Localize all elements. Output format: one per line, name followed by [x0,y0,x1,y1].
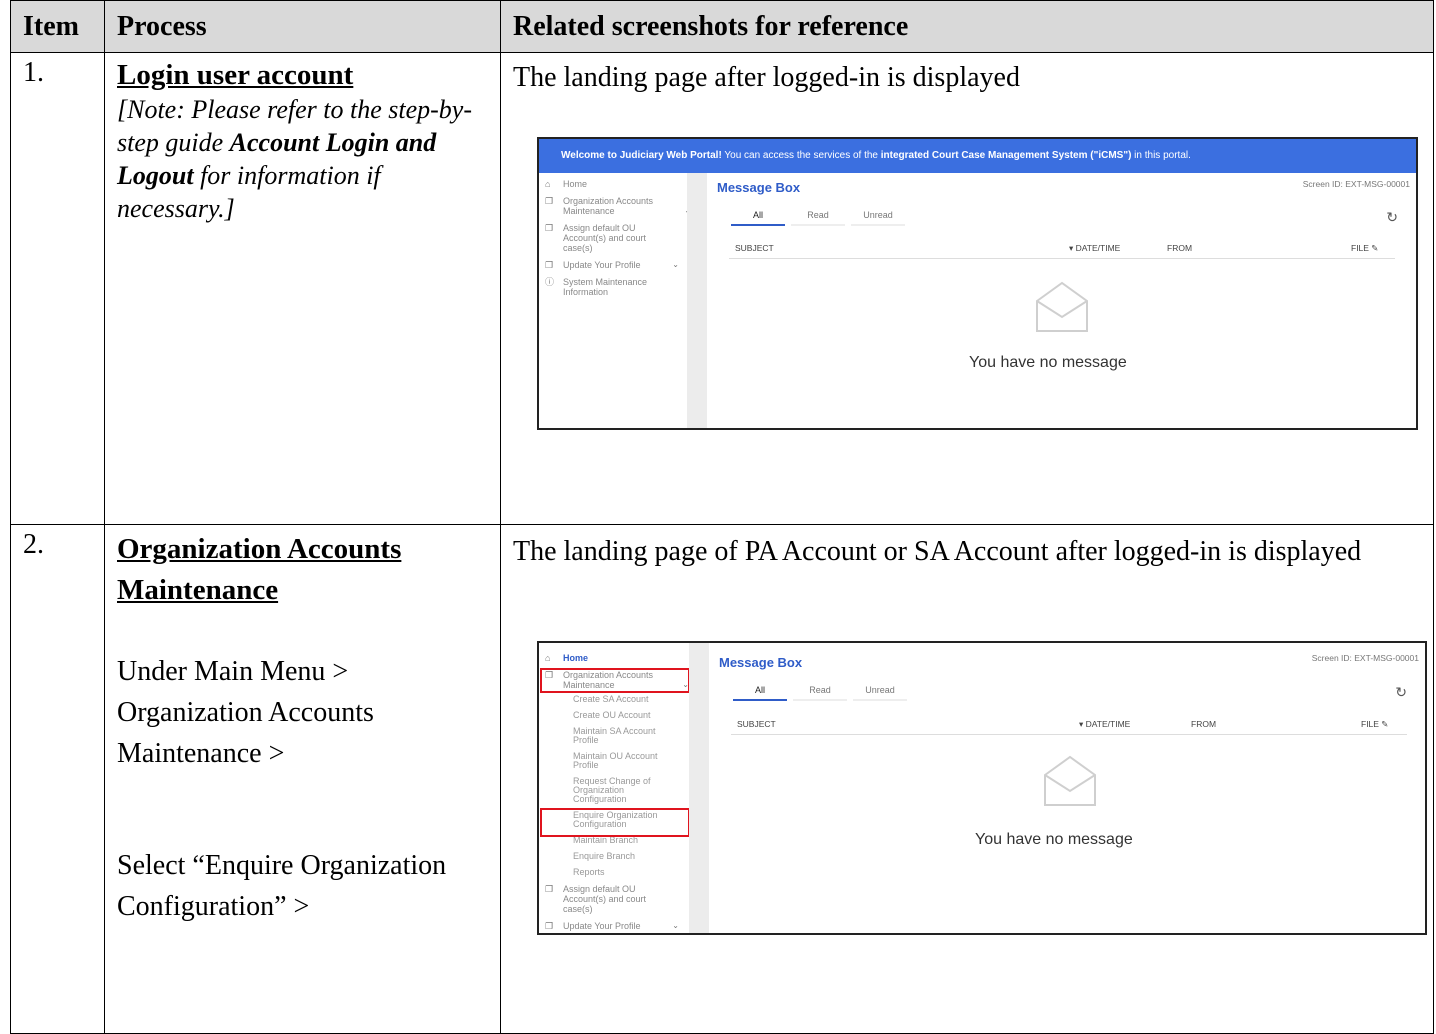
header-screenshots: Related screenshots for reference [500,0,1434,53]
col-from[interactable]: FROM [1191,719,1216,729]
col-subject[interactable]: SUBJECT [735,243,774,253]
col-datetime[interactable]: ▾ DATE/TIME [1069,243,1120,254]
tab-unread[interactable]: Unread [853,685,907,701]
submenu-maintain-ou[interactable]: Maintain OU Account Profile [539,752,663,770]
menu-item-org-accounts[interactable]: ❐Organization Accounts Maintenance⌄ [539,196,691,216]
message-table-header: SUBJECT ▾ DATE/TIME FROM FILE ✎ [731,716,1407,735]
menu-item-assign-ou[interactable]: ❐ Assign default OU Account(s) and court … [539,223,675,253]
col-from[interactable]: FROM [1167,243,1192,253]
row1-item-number: 1. [23,57,44,88]
side-menu: ⌂ Home ❐ Organization Accounts Maintenance… [539,179,691,428]
row2-item-number: 2. [23,529,44,560]
col-datetime[interactable]: ▾ DATE/TIME [1079,719,1130,730]
sidebar-scrollbar[interactable] [689,643,709,933]
sidebar-scrollbar[interactable] [687,173,707,428]
row2-step2: Organization Accounts Maintenance > [117,697,374,769]
envelope-icon [1044,755,1096,806]
empty-message-text: You have no message [975,831,1133,848]
row2-item-cell: 2. [10,524,105,1034]
table-header-row: Item Process Related screenshots for ref… [10,0,1434,53]
welcome-banner: Welcome to Judiciary Web Portal! You can… [539,139,1416,173]
empty-message-text: You have no message [969,354,1127,371]
info-icon: ⓘ [545,277,555,287]
row2-step1: Under Main Menu > [117,656,349,687]
submenu-maintain-branch[interactable]: Maintain Branch [539,836,687,845]
row2-process-cell: Organization Accounts Maintenance Under … [104,524,501,1034]
document-icon: ❐ [545,196,554,206]
message-table-header: SUBJECT ▾ DATE/TIME FROM FILE ✎ [729,240,1395,259]
home-icon: ⌂ [545,179,551,189]
submenu-create-sa[interactable]: Create SA Account [539,695,687,704]
document-icon: ❐ [545,260,554,270]
document-icon: ❐ [545,223,554,233]
screen-id: Screen ID: EXT-MSG-00001 [1311,653,1419,663]
message-box-title: Message Box [717,180,801,195]
row1-caption: The landing page after logged-in is disp… [513,62,1020,93]
tab-all[interactable]: All [731,210,785,226]
message-tabs: All Read Unread [733,685,913,701]
refresh-icon[interactable]: ↻ [1386,209,1398,226]
col-subject[interactable]: SUBJECT [737,719,776,729]
header-item: Item [10,0,105,53]
menu-item-update-profile[interactable]: ❐ Update Your Profile ⌄ [539,921,687,931]
home-icon: ⌂ [545,653,551,663]
tab-read[interactable]: Read [791,210,845,226]
submenu-create-ou[interactable]: Create OU Account [539,711,687,720]
submenu-request-change[interactable]: Request Change of Organization Configura… [539,777,657,804]
row2-title: Organization Accounts Maintenance [117,533,402,606]
col-file[interactable]: FILE ✎ [1351,243,1378,254]
menu-item-system-maintenance[interactable]: ⓘ System Maintenance Information [539,277,663,297]
message-box-title: Message Box [719,655,803,670]
submenu-maintain-sa[interactable]: Maintain SA Account Profile [539,727,663,745]
chevron-down-icon: ⌄ [672,921,679,930]
refresh-icon[interactable]: ↻ [1395,684,1407,701]
submenu: Create SA Account Create OU Account Main… [539,695,687,877]
tab-unread[interactable]: Unread [851,210,905,226]
row1-note: [Note: Please refer to the step-by-step … [117,95,472,223]
row1-item-cell: 1. [10,52,105,525]
menu-item-home[interactable]: ⌂ Home [539,653,687,663]
highlight-org-accounts [540,668,690,693]
row1-process-cell: Login user account [Note: Please refer t… [104,52,501,525]
chevron-down-icon: ⌄ [672,260,679,269]
row2-step3: Select “Enquire Organization Configurati… [117,850,447,922]
submenu-reports[interactable]: Reports [539,868,687,877]
col-file[interactable]: FILE ✎ [1361,719,1388,730]
menu-item-home[interactable]: ⌂ Home [539,179,687,189]
screenshot-2: ⌂ Home ❐ Organization Accounts Maintenance… [537,641,1427,935]
side-menu: ⌂ Home ❐ Organization Accounts Maintenance… [539,653,689,933]
header-process: Process [104,0,501,53]
submenu-enquire-branch[interactable]: Enquire Branch [539,852,687,861]
menu-item-assign-ou[interactable]: ❐ Assign default OU Account(s) and court … [539,884,677,914]
highlight-enquire-org-config [540,808,690,837]
tab-read[interactable]: Read [793,685,847,701]
envelope-icon [1036,281,1088,332]
document-icon: ❐ [545,884,554,894]
row2-caption: The landing page of PA Account or SA Acc… [513,536,1362,567]
document-icon: ❐ [545,921,554,931]
menu-item-update-profile[interactable]: ❐ Update Your Profile ⌄ [539,260,687,270]
screen-id: Screen ID: EXT-MSG-00001 [1302,179,1410,189]
tab-all[interactable]: All [733,685,787,701]
message-tabs: All Read Unread [731,210,911,226]
row1-title: Login user account [117,59,354,91]
screenshot-1: Welcome to Judiciary Web Portal! You can… [537,137,1418,430]
